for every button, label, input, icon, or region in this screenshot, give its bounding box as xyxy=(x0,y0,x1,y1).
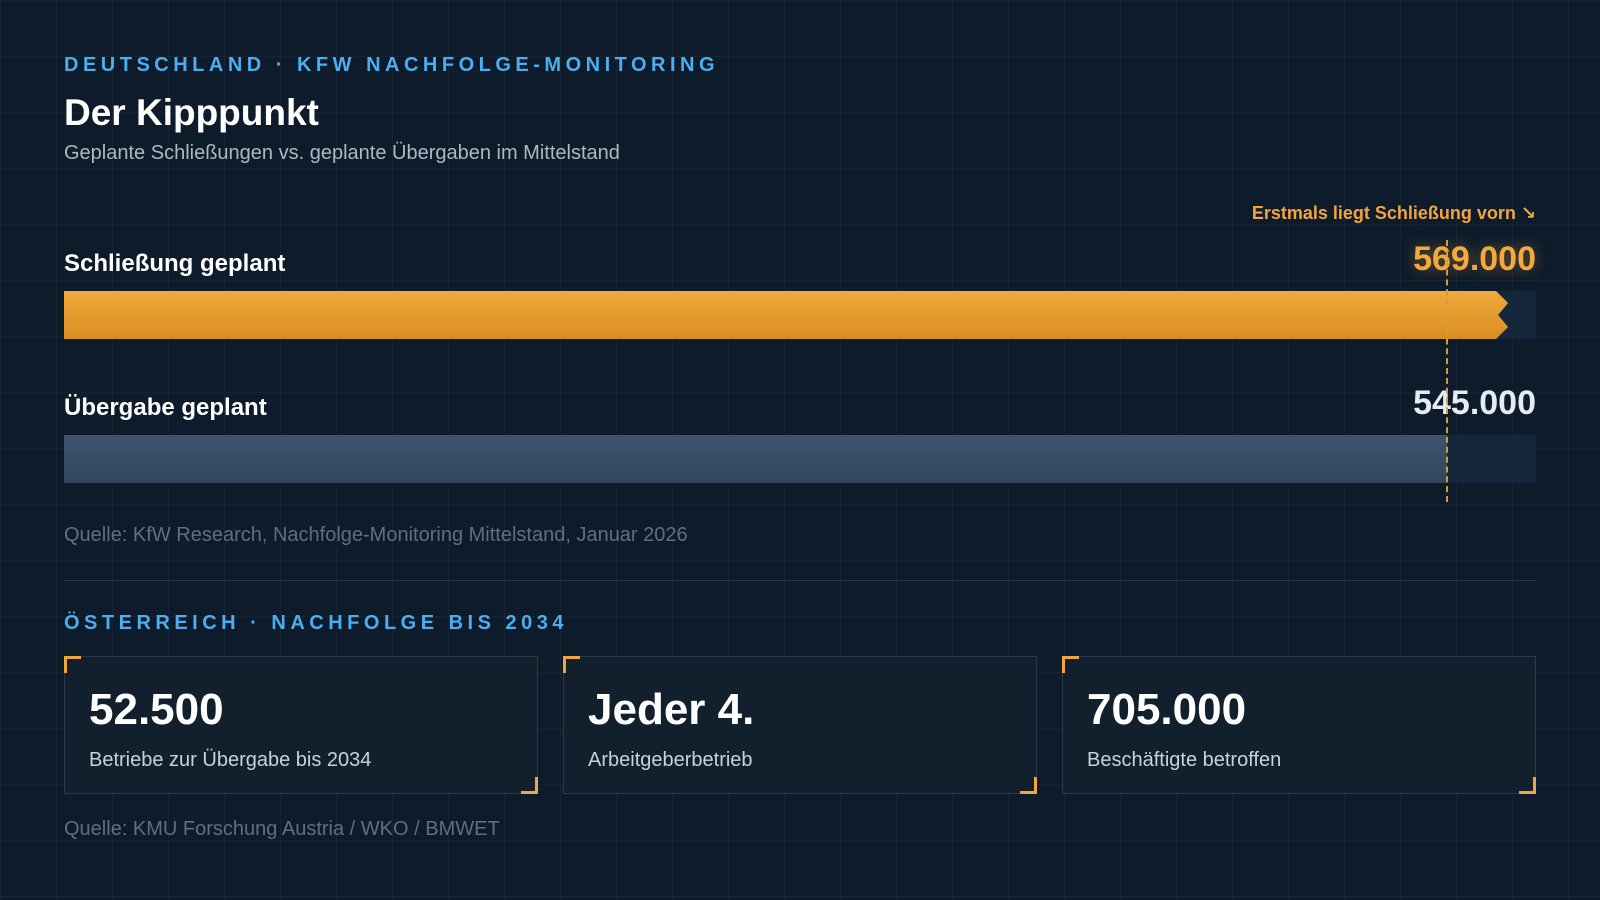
stat-value: Jeder 4. xyxy=(588,685,755,734)
stat-label: Arbeitgeberbetrieb xyxy=(588,749,753,771)
section-eyebrow-austria: ÖSTERREICH · NACHFOLGE BIS 2034 xyxy=(64,612,569,634)
bar-value-closure: 569.000 xyxy=(1413,240,1536,278)
stat-label: Beschäftigte betroffen xyxy=(1087,749,1282,771)
stat-value: 705.000 xyxy=(1087,685,1247,734)
reference-line xyxy=(1446,240,1449,502)
section-divider xyxy=(64,580,1536,581)
stat-label: Betriebe zur Übergabe bis 2034 xyxy=(89,749,372,771)
chart-title: Der Kipppunkt xyxy=(64,92,319,133)
bar-label-closure: Schließung geplant xyxy=(64,250,286,277)
stat-value: 52.500 xyxy=(89,685,224,734)
chart-annotation: Erstmals liegt Schließung vorn ↘ xyxy=(1251,203,1536,223)
bar-track-closure xyxy=(64,291,1536,339)
section-eyebrow-germany: DEUTSCHLAND · KFW NACHFOLGE-MONITORING xyxy=(64,54,720,76)
stat-card-employees: 705.000 Beschäftigte betroffen xyxy=(1062,656,1536,794)
bar-track-transfer xyxy=(64,435,1536,483)
source-germany: Quelle: KfW Research, Nachfolge-Monitori… xyxy=(64,524,688,546)
source-austria: Quelle: KMU Forschung Austria / WKO / BM… xyxy=(64,818,500,840)
stat-card-share: Jeder 4. Arbeitgeberbetrieb xyxy=(563,656,1037,794)
bar-closure xyxy=(64,291,1508,339)
bar-label-transfer: Übergabe geplant xyxy=(64,394,267,421)
bar-value-transfer: 545.000 xyxy=(1413,384,1536,422)
chart-subtitle: Geplante Schließungen vs. geplante Überg… xyxy=(64,142,620,164)
bar-transfer xyxy=(64,435,1448,483)
infographic-canvas: DEUTSCHLAND · KFW NACHFOLGE-MONITORING D… xyxy=(0,0,1600,900)
stat-card-businesses: 52.500 Betriebe zur Übergabe bis 2034 xyxy=(64,656,538,794)
